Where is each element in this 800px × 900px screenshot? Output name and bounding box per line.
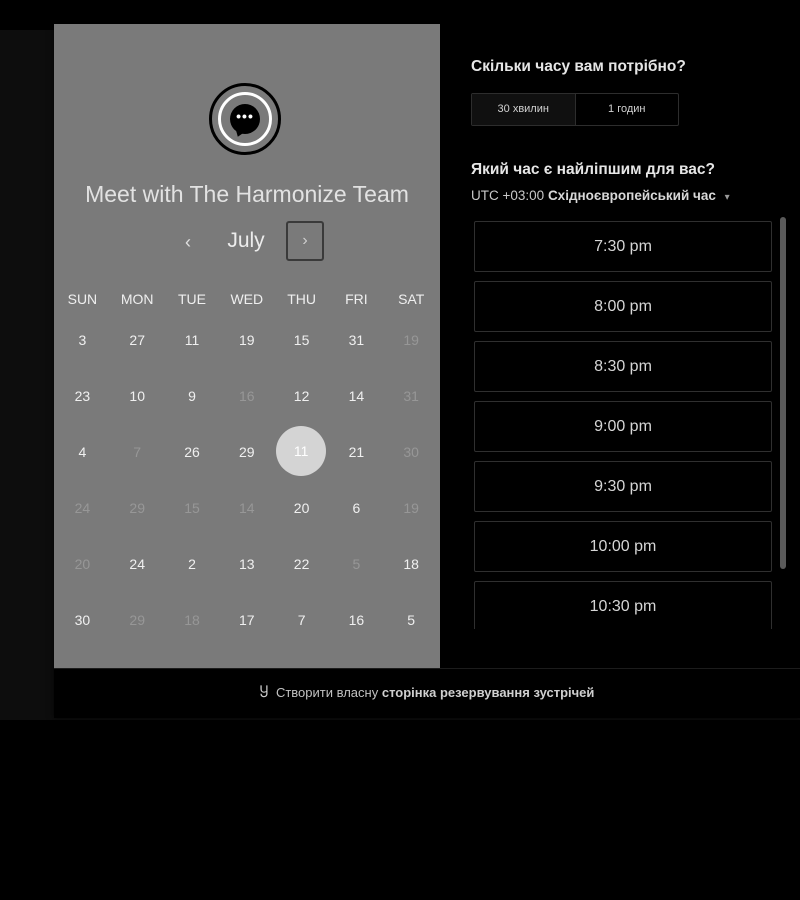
calendar-day: 19 [403, 500, 419, 516]
calendar-week-row: 3 27 11 19 15 31 19 [54, 312, 440, 368]
weekday-label: TUE [177, 291, 206, 307]
calendar-day[interactable]: 4 [55, 424, 110, 480]
calendar-day: 29 [129, 612, 145, 628]
calendar-week-row: 24 29 15 14 20 6 19 [54, 480, 440, 536]
calendar-day: 31 [403, 388, 419, 404]
calendar-day[interactable]: 14 [329, 368, 384, 424]
time-slot-button[interactable]: 8:30 pm [474, 341, 772, 392]
calendar-day[interactable]: 30 [55, 592, 110, 648]
calendar-day[interactable]: 7 [274, 592, 329, 648]
calendar-day: 29 [129, 500, 145, 516]
timezone-name: Східноєвропейський час [547, 188, 716, 203]
calendar-day[interactable]: 20 [274, 480, 329, 536]
calendar-day: 30 [403, 444, 419, 460]
calendar-day[interactable]: 5 [384, 592, 439, 648]
time-slot-list: 7:30 pm 8:00 pm 8:30 pm 9:00 pm 9:30 pm 10:00… [474, 221, 774, 629]
timezone-selector[interactable]: UTC +03:00 Східноєвропейський час ▾ [471, 188, 730, 203]
calendar-day[interactable]: 2 [165, 536, 220, 592]
calendar-week-row: 23 10 9 16 12 14 31 [54, 368, 440, 424]
meeting-title: Meet with The Harmonize Team [85, 181, 409, 207]
time-slot-button[interactable]: 10:30 pm [474, 581, 772, 629]
calendar-day[interactable]: 17 [219, 592, 274, 648]
calendar-week-row: 20 24 2 13 22 5 18 [54, 536, 440, 592]
duration-selector: 30 хвилин 1 годин [471, 93, 679, 126]
calendar-day[interactable]: 16 [329, 592, 384, 648]
calendar-day: 18 [184, 612, 200, 628]
slot-list-scrollbar[interactable] [780, 217, 786, 569]
weekday-label: THU [287, 291, 316, 307]
timezone-offset: UTC +03:00 [471, 188, 545, 203]
calendar-day[interactable]: 15 [274, 312, 329, 368]
selected-day-circle: 11 [276, 426, 327, 476]
time-heading: Який час є найліпшим для вас? [471, 161, 715, 178]
time-slot-button[interactable]: 9:00 pm [474, 401, 772, 452]
calendar-day: 19 [403, 332, 419, 348]
duration-1hour-button[interactable]: 1 годин [574, 94, 679, 125]
time-slot-button[interactable]: 10:00 pm [474, 521, 772, 572]
calendar-day[interactable]: 9 [165, 368, 220, 424]
calendar-day[interactable]: 12 [274, 368, 329, 424]
calendar-day[interactable]: 23 [55, 368, 110, 424]
calendar-day: 16 [239, 388, 255, 404]
calendar-week-row: 30 29 18 17 7 16 5 [54, 592, 440, 648]
calendar-day: 15 [184, 500, 200, 516]
weekday-label: MON [120, 291, 154, 307]
calendar-day[interactable]: 6 [329, 480, 384, 536]
footer-link[interactable]: сторінка резервування зустрічей [382, 685, 595, 700]
calendar-day[interactable]: 18 [384, 536, 439, 592]
next-month-button[interactable]: › [286, 221, 324, 261]
footer-bar: Ⴘ Створити власну сторінка резервування … [54, 668, 800, 718]
calendar-day[interactable]: 22 [274, 536, 329, 592]
calendar-day[interactable]: 19 [219, 312, 274, 368]
time-panel: Скільки часу вам потрібно? 30 хвилин 1 г… [440, 24, 800, 668]
footer-prefix: Створити власну [275, 685, 379, 700]
calendar-day[interactable]: 10 [110, 368, 165, 424]
weekday-label: FRI [345, 291, 368, 307]
meetings-modal: ••• Meet with The Harmonize Team ‹ July … [54, 24, 800, 718]
calendar-day[interactable]: 31 [329, 312, 384, 368]
team-avatar: ••• [209, 83, 281, 155]
calendar-week-row: 4 7 26 29 11 21 30 [54, 424, 440, 480]
calendar-day[interactable]: 29 [219, 424, 274, 480]
calendar-day[interactable]: 3 [55, 312, 110, 368]
month-label: July [227, 229, 265, 252]
weekday-label: WED [230, 291, 264, 307]
calendar-day[interactable]: 27 [110, 312, 165, 368]
chevron-down-icon: ▾ [724, 192, 730, 203]
calendar-day[interactable]: 21 [329, 424, 384, 480]
weekday-label: SUN [67, 291, 98, 307]
calendar-day: 5 [352, 556, 361, 572]
calendar-day: 20 [74, 556, 91, 572]
calendar-day-selected[interactable]: 11 [274, 424, 329, 480]
calendar-day[interactable]: 13 [219, 536, 274, 592]
weekday-label: SAT [398, 291, 425, 307]
calendar-day[interactable]: 24 [110, 536, 165, 592]
calendar-weeks: 3 27 11 19 15 31 19 23 10 9 16 12 14 31 4 7 26 29 11 21 30 24… [54, 312, 440, 648]
calendar-day[interactable]: 26 [165, 424, 220, 480]
calendar-day: 14 [239, 500, 255, 516]
prev-month-button[interactable]: ‹ [176, 228, 200, 256]
time-slot-button[interactable]: 8:00 pm [474, 281, 772, 332]
calendar-panel: ••• Meet with The Harmonize Team ‹ July … [54, 24, 440, 668]
calendar-day: 7 [133, 444, 142, 460]
calendar-day[interactable]: 11 [165, 312, 220, 368]
calendar-grid: SUN MON TUE WED THU FRI SAT 3 27 11 19 15 31 19 23 10 9… [54, 286, 440, 648]
hubspot-sprocket-icon: Ⴘ [259, 684, 269, 700]
avatar-inner-ring: ••• [218, 92, 272, 146]
duration-heading: Скільки часу вам потрібно? [471, 58, 686, 75]
calendar-day: 24 [74, 500, 91, 516]
time-slot-button[interactable]: 9:30 pm [474, 461, 772, 512]
duration-30min-button[interactable]: 30 хвилин [472, 94, 575, 125]
weekday-header: SUN MON TUE WED THU FRI SAT [54, 286, 440, 312]
time-slot-button[interactable]: 7:30 pm [474, 221, 772, 272]
chat-dots-icon: ••• [236, 108, 254, 124]
